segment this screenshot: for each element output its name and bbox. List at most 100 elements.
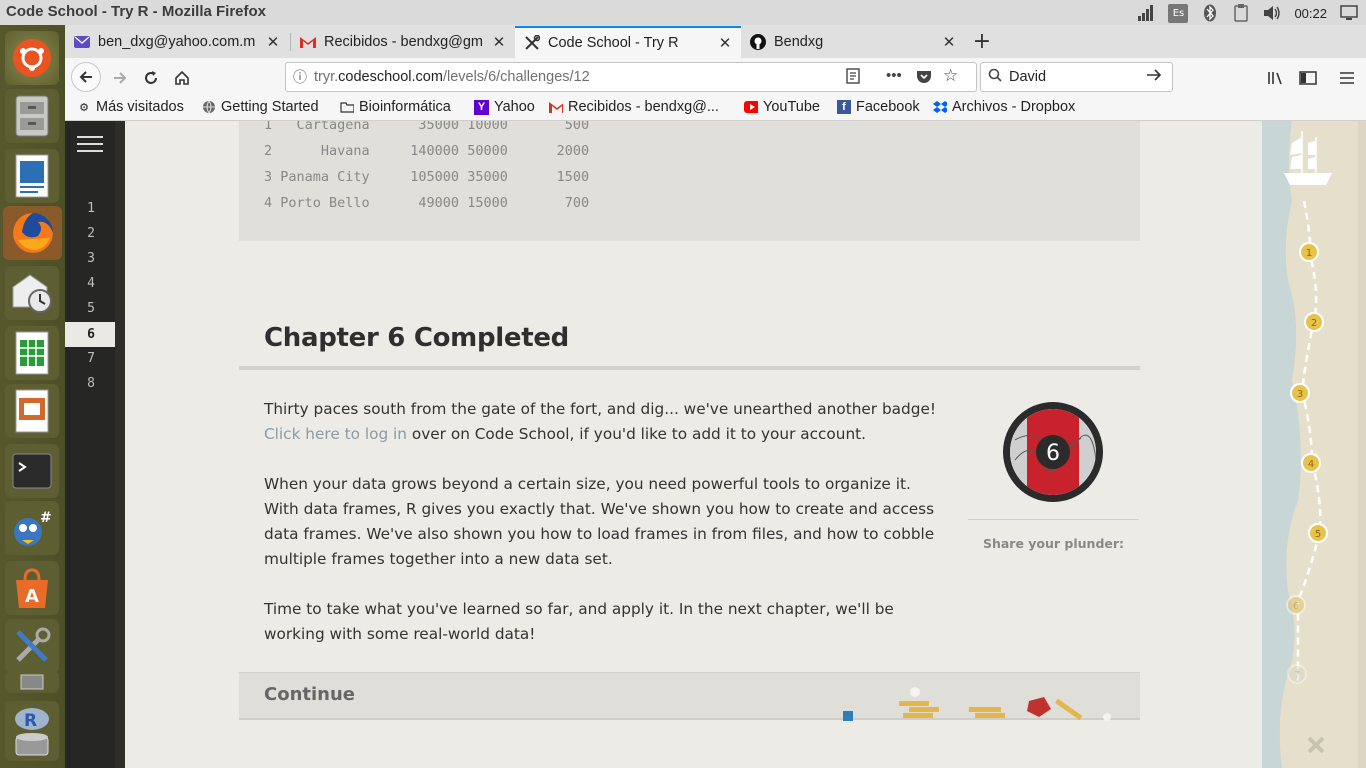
gmail-icon [549,100,563,114]
chapter-badge: 6 [1001,400,1105,504]
new-tab-button[interactable]: + [970,29,994,54]
keyboard-layout-indicator[interactable]: Es [1168,3,1189,23]
close-icon[interactable]: ✕ [491,33,507,51]
globe-icon [202,100,216,114]
bookmark-gmail[interactable]: Recibidos - bendxg@... [549,99,719,115]
svg-text:4: 4 [1308,459,1314,470]
calc-icon[interactable] [5,326,59,380]
desktop: Code School - Try R - Mozilla Firefox Es… [0,0,1366,768]
clock[interactable]: 00:22 [1294,6,1327,21]
terminal-icon[interactable] [5,444,59,498]
system-top-bar: Code School - Try R - Mozilla Firefox Es… [0,0,1366,25]
tab-gmail[interactable]: Recibidos - bendxg@gm ✕ [291,26,515,57]
map-marker-7: 7 [1287,664,1307,684]
github-icon [749,33,767,50]
home-button[interactable] [169,65,195,91]
clipboard-icon[interactable] [1232,4,1250,22]
bookmark-yahoo[interactable]: Y Yahoo [474,99,535,115]
files-icon[interactable] [5,89,59,143]
bookmarks-toolbar: ⚙ Más visitados Getting Started Bioinform… [65,96,1366,121]
close-icon[interactable]: ✕ [717,34,733,52]
system-settings-icon[interactable] [5,619,59,673]
bookmark-dropbox[interactable]: Archivos - Dropbox [933,99,1075,115]
tab-code-school[interactable]: Code School - Try R ✕ [515,26,741,58]
tab-label: ben_dxg@yahoo.com.m [98,33,256,50]
page-actions-icon[interactable]: ••• [886,67,902,84]
tab-github[interactable]: Bendxg ✕ [741,26,965,57]
mono-develop-icon[interactable]: # [5,501,59,555]
bookmark-youtube[interactable]: YouTube [744,99,820,115]
line-number[interactable]: 8 [65,376,115,391]
close-icon[interactable]: ✕ [265,33,281,51]
tab-label: Recibidos - bendxg@gm [324,33,483,50]
network-signal-icon[interactable] [1137,4,1155,22]
search-input[interactable]: David [1009,69,1146,85]
line-number[interactable]: 4 [65,276,115,291]
url-bar[interactable]: ⓘ tryr.codeschool.com/levels/6/challenge… [285,62,977,92]
library-icon[interactable] [1263,65,1289,91]
r-icon[interactable]: R [5,701,59,761]
impress-icon[interactable] [5,384,59,438]
mail-clock-icon[interactable] [5,266,59,320]
yahoo-icon: Y [474,99,489,115]
search-go-icon[interactable] [1146,68,1172,86]
badge-divider [968,519,1139,520]
chapter-title: Chapter 6 Completed [264,323,569,353]
tab-label: Code School - Try R [548,35,679,51]
tools-icon [523,35,541,51]
folder-icon [340,100,354,114]
firefox-chrome: ben_dxg@yahoo.com.m ✕ Recibidos - bendxg… [65,25,1366,121]
bookmark-star-icon[interactable]: ☆ [943,66,958,86]
map-marker-5: 5 [1308,523,1328,543]
treasure-pile-icon [843,687,1111,721]
volume-icon[interactable] [1263,4,1281,22]
svg-text:1: 1 [1306,248,1312,259]
bookmark-getting-started[interactable]: Getting Started [202,99,319,115]
system-menu-icon[interactable] [1340,4,1358,22]
line-number[interactable]: 3 [65,251,115,266]
login-link[interactable]: Click here to log in [264,425,407,443]
hamburger-menu-icon[interactable] [1334,65,1360,91]
gmail-icon [299,34,317,50]
continue-button[interactable]: Continue [239,672,1140,721]
output-row: 2 Havana 140000 50000 2000 [264,143,590,159]
output-row: 4 Porto Bello 49000 15000 700 [264,195,590,211]
paragraph-next: Time to take what you've learned so far,… [264,600,894,643]
hamburger-menu-icon[interactable] [77,136,103,156]
console-output: 1 Cartagena 35000 10000 500 2 Havana 140… [239,121,1140,241]
reload-button[interactable] [138,65,164,91]
close-icon[interactable]: ✕ [941,33,957,51]
bookmark-mas-visitados[interactable]: ⚙ Más visitados [77,99,184,115]
forward-button[interactable] [107,65,133,91]
svg-text:7: 7 [1294,670,1300,681]
sidebar-icon[interactable] [1295,65,1321,91]
bluetooth-icon[interactable] [1201,4,1219,22]
line-number[interactable]: 2 [65,226,115,241]
tab-yahoo-mail[interactable]: ben_dxg@yahoo.com.m ✕ [65,26,289,57]
pocket-icon[interactable] [916,68,932,88]
firefox-icon[interactable] [3,206,62,260]
ubuntu-icon[interactable] [5,31,59,85]
svg-text:A: A [25,586,39,607]
reader-view-icon[interactable] [846,68,860,88]
page-viewport: 1 2 3 4 5 6 7 8 1 Cartagena 35000 10000 … [65,121,1366,768]
output-row: 3 Panama City 105000 35000 1500 [264,169,590,185]
bookmark-facebook[interactable]: f Facebook [837,99,920,115]
line-number[interactable]: 7 [65,351,115,366]
paragraph-intro: Thirty paces south from the gate of the … [264,400,937,443]
line-number[interactable]: 1 [65,201,115,216]
back-button[interactable] [71,62,101,92]
search-bar[interactable]: David [980,62,1173,92]
bookmark-bioinformatica[interactable]: Bioinformática [340,99,451,115]
writer-icon[interactable] [5,149,59,203]
line-number[interactable]: 5 [65,301,115,316]
svg-text:#: # [40,510,52,526]
software-center-icon[interactable]: A [5,561,59,615]
workspace-icon[interactable] [5,671,59,693]
gear-icon: ⚙ [79,101,89,114]
system-tray: Es 00:22 [1137,2,1358,24]
lesson-content: 1 Cartagena 35000 10000 500 2 Havana 140… [125,121,1262,768]
progress-map: 1 2 3 4 5 6 7 [1262,121,1366,768]
info-icon[interactable]: ⓘ [286,67,314,87]
url-text[interactable]: tryr.codeschool.com/levels/6/challenges/… [314,69,590,85]
